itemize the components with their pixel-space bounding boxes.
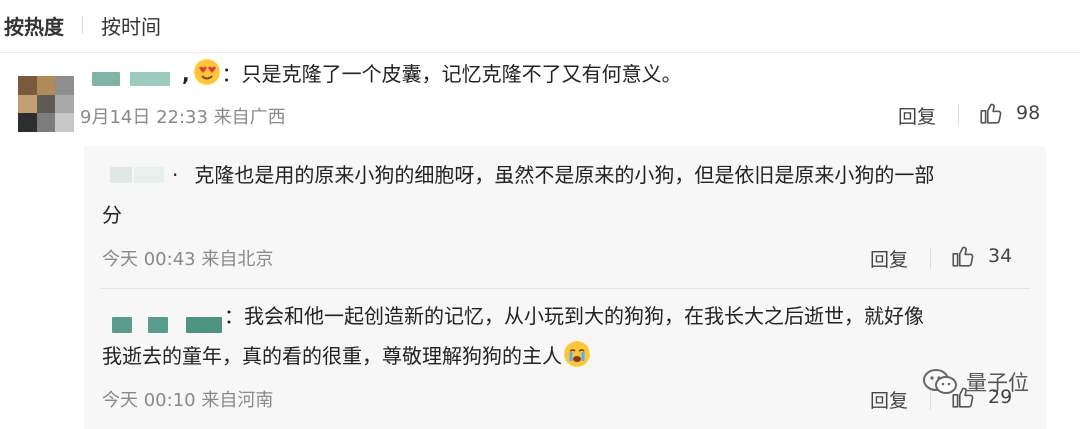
redacted-username[interactable]	[92, 72, 120, 86]
reply-button[interactable]: 回复	[898, 102, 936, 129]
comment-timestamp: 9月14日 22:33 来自广西	[80, 107, 286, 128]
redacted-username[interactable]	[112, 317, 132, 333]
reply-button[interactable]: 回复	[870, 386, 908, 413]
crying-emoji-icon	[564, 341, 590, 367]
reply-body: · 克隆也是用的原来小狗的细胞呀，虽然不是原来的小狗，但是依旧是原来小狗的一部	[172, 163, 935, 187]
redacted-username[interactable]	[110, 167, 132, 183]
like-count: 98	[1016, 102, 1041, 124]
thumbs-up-icon	[980, 103, 1002, 124]
sort-divider	[82, 16, 83, 34]
redacted-username[interactable]	[134, 167, 164, 183]
header-divider	[0, 52, 1080, 53]
comment-body: , ：只是克隆了一个皮囊，记忆克隆不了又有何意义。	[182, 59, 682, 89]
wechat-logo-icon	[923, 369, 957, 394]
redacted-username[interactable]	[186, 317, 222, 333]
reply-button[interactable]: 回复	[870, 245, 908, 272]
reply-body-continued: 我逝去的童年，真的看的很重，尊敬理解狗狗的主人	[102, 341, 590, 371]
thumbs-up-icon	[952, 246, 974, 267]
sort-bar: 按热度 按时间	[0, 8, 161, 42]
watermark: 量子位	[922, 367, 1029, 397]
reply-body-continued: 分	[102, 203, 122, 227]
heart-eyes-emoji-icon	[193, 59, 220, 85]
reply-body: ：我会和他一起创造新的记忆，从小玩到大的狗狗，在我长大之后逝世，就好像	[224, 304, 924, 328]
reply-divider	[100, 288, 1030, 289]
reply-timestamp: 今天 00:10 来自河南	[102, 390, 274, 411]
like-button[interactable]: 98	[978, 100, 1040, 126]
reply-timestamp: 今天 00:43 来自北京	[102, 249, 274, 270]
like-count: 34	[988, 245, 1013, 267]
action-divider	[958, 104, 959, 126]
action-divider	[930, 247, 931, 269]
sort-by-hot-tab[interactable]: 按热度	[0, 11, 64, 40]
redacted-username[interactable]	[130, 72, 170, 86]
watermark-text: 量子位	[966, 371, 1029, 395]
redacted-username[interactable]	[148, 317, 168, 333]
like-button[interactable]: 34	[950, 243, 1012, 269]
avatar[interactable]	[18, 76, 74, 132]
sort-by-time-tab[interactable]: 按时间	[101, 11, 161, 40]
